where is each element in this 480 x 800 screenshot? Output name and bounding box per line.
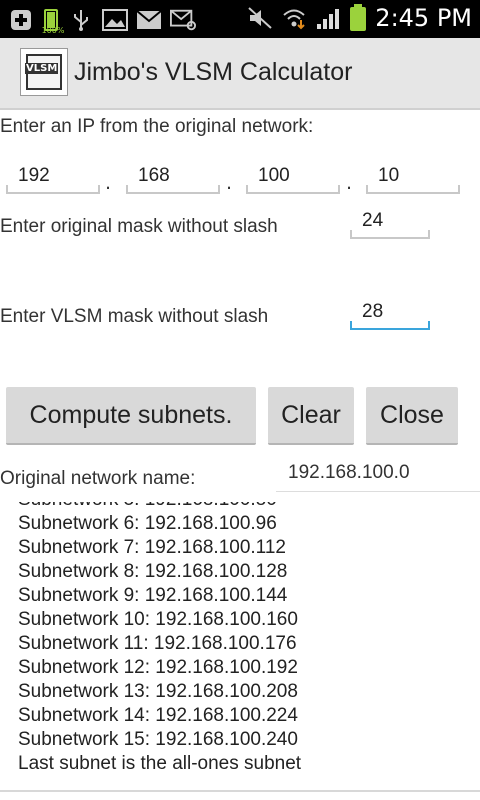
subnet-list: Subnetwork 5: 192.168.100.80 Subnetwork … (18, 502, 301, 776)
ip-octet-4-input[interactable] (366, 160, 460, 192)
network-name-value: 192.168.100.0 (276, 462, 480, 492)
clear-button[interactable]: Clear (268, 387, 354, 445)
subnet-results-scroll[interactable]: Subnetwork 5: 192.168.100.80 Subnetwork … (0, 502, 480, 792)
compute-subnets-button[interactable]: Compute subnets. (6, 387, 256, 445)
ip-label: Enter an IP from the original network: (0, 116, 314, 137)
octet-separator: . (226, 172, 233, 194)
subnet-line: Last subnet is the all-ones subnet (18, 753, 302, 774)
notification-icons: 100% (8, 6, 196, 35)
ip-octet-3-input[interactable] (246, 160, 340, 192)
clock: 2:45 PM (375, 4, 472, 32)
action-bar: VLSM Jimbo's VLSM Calculator (0, 38, 480, 110)
octet-separator: . (346, 172, 353, 194)
mute-icon (247, 5, 273, 31)
subnet-line: Subnetwork 13: 192.168.100.208 (18, 681, 298, 702)
subnet-line: Subnetwork 6: 192.168.100.96 (18, 513, 277, 534)
battery-full-icon: 100% (42, 6, 64, 35)
add-icon (8, 7, 34, 33)
usb-icon (68, 7, 94, 33)
original-mask-field[interactable] (350, 205, 430, 239)
subnet-line: Subnetwork 5: 192.168.100.80 (18, 502, 301, 512)
ip-octet-1-field[interactable] (6, 160, 100, 194)
vlsm-mask-field[interactable] (350, 296, 430, 330)
gmail-icon (136, 7, 162, 33)
email-icon (170, 7, 196, 33)
app-icon: VLSM (20, 48, 68, 96)
subnet-line: Subnetwork 11: 192.168.100.176 (18, 633, 297, 654)
network-name-label: Original network name: (0, 468, 196, 489)
subnet-line: Subnetwork 9: 192.168.100.144 (18, 585, 288, 606)
app-icon-label: VLSM (25, 63, 59, 74)
system-icons: 2:45 PM (247, 4, 472, 32)
image-icon (102, 7, 128, 33)
ip-octet-4-field[interactable] (366, 160, 460, 194)
battery-percent: 100% (41, 26, 65, 35)
original-mask-label: Enter original mask without slash (0, 216, 278, 237)
original-mask-input[interactable] (350, 205, 430, 237)
status-bar: 100% 2:45 PM (0, 0, 480, 38)
vlsm-mask-input[interactable] (350, 296, 430, 328)
ip-octet-2-input[interactable] (126, 160, 220, 192)
battery-icon (349, 4, 367, 32)
subnet-line: Subnetwork 10: 192.168.100.160 (18, 609, 298, 630)
app-title: Jimbo's VLSM Calculator (74, 58, 353, 86)
wifi-icon (281, 5, 307, 31)
subnet-line: Subnetwork 15: 192.168.100.240 (18, 729, 298, 750)
close-button[interactable]: Close (366, 387, 458, 445)
signal-icon (315, 5, 341, 31)
ip-octet-3-field[interactable] (246, 160, 340, 194)
octet-separator: . (105, 172, 112, 194)
subnet-line: Subnetwork 8: 192.168.100.128 (18, 561, 288, 582)
subnet-line: Subnetwork 7: 192.168.100.112 (18, 537, 286, 558)
subnet-line: Subnetwork 12: 192.168.100.192 (18, 657, 298, 678)
subnet-line: Subnetwork 14: 192.168.100.224 (18, 705, 298, 726)
ip-octet-1-input[interactable] (6, 160, 100, 192)
ip-octet-2-field[interactable] (126, 160, 220, 194)
vlsm-mask-label: Enter VLSM mask without slash (0, 306, 269, 327)
